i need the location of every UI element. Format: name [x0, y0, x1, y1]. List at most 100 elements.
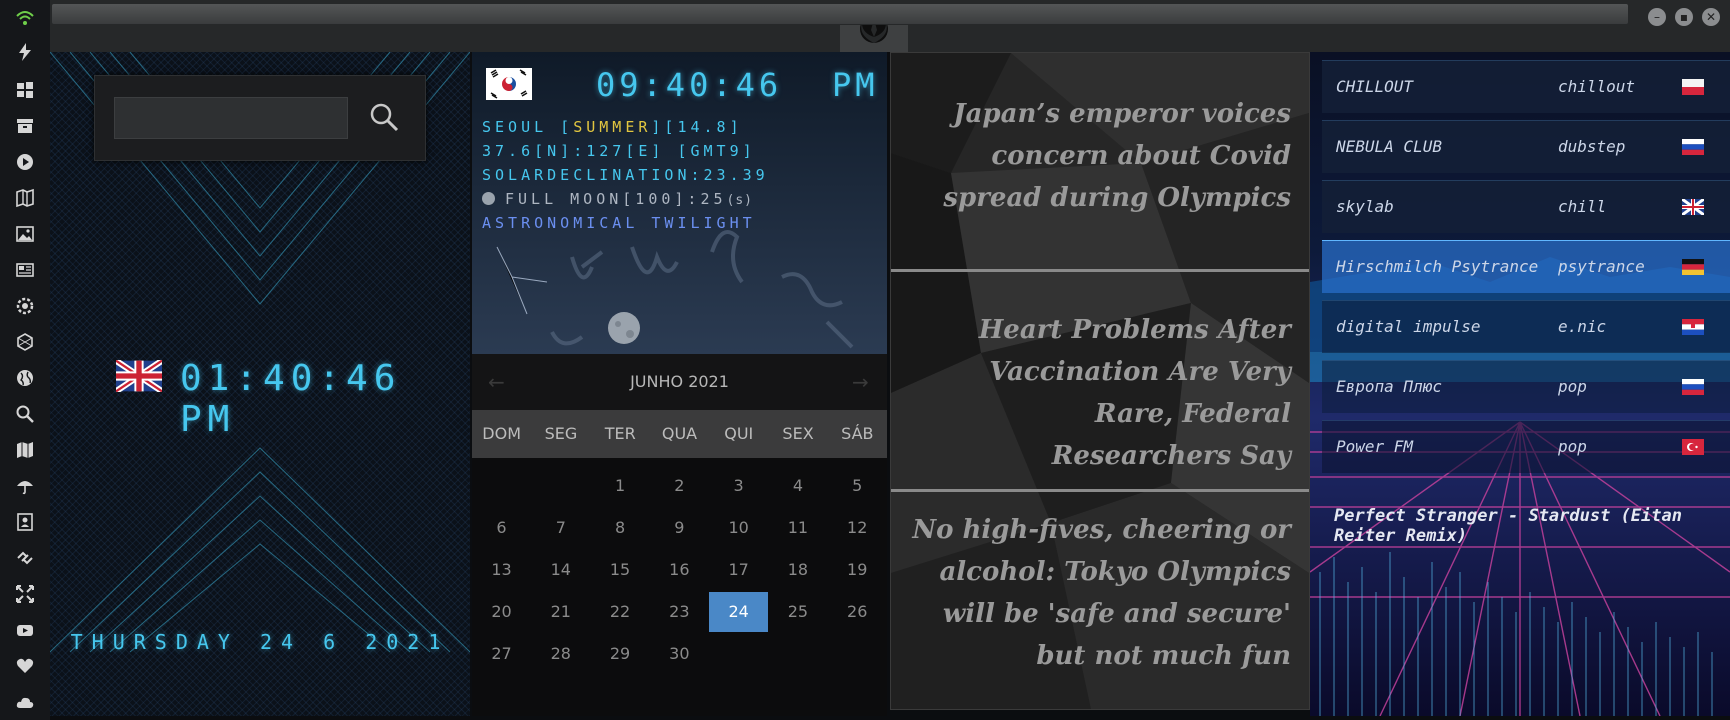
news-item[interactable]: Heart Problems After Vaccination Are Ver…: [911, 309, 1291, 477]
calendar-day[interactable]: 30: [650, 634, 709, 674]
search-button[interactable]: [369, 102, 399, 132]
croatia-flag-icon: [1682, 319, 1704, 335]
calendar-day[interactable]: 26: [828, 592, 887, 632]
calendar-day[interactable]: 15: [591, 550, 650, 590]
now-playing: Perfect Stranger - Stardust (Eitan Reite…: [1334, 506, 1682, 546]
umbrella-icon[interactable]: [13, 474, 37, 498]
station-name: Power FM: [1336, 437, 1414, 456]
settings-icon[interactable]: [13, 294, 37, 318]
search-icon: [370, 103, 399, 132]
calendar-day[interactable]: 10: [709, 508, 768, 548]
news-item[interactable]: Japan’s emperor voices concern about Cov…: [911, 93, 1291, 219]
temperature-label: ][14.8]: [651, 118, 743, 136]
image-icon[interactable]: [13, 222, 37, 246]
south-korea-flag-icon: [486, 68, 532, 100]
globe-icon[interactable]: [13, 366, 37, 390]
calendar-day[interactable]: 1: [591, 466, 650, 506]
radio-station[interactable]: CHILLOUT chillout: [1322, 60, 1730, 113]
close-button[interactable]: ✕: [1702, 8, 1720, 26]
address-bar[interactable]: [52, 4, 1628, 24]
korea-time: 09:40:46: [596, 66, 783, 104]
youtube-icon[interactable]: [13, 618, 37, 642]
uk-flag-icon: [116, 360, 162, 392]
maximize-button[interactable]: ▪: [1675, 8, 1693, 26]
calendar-day[interactable]: 11: [768, 508, 827, 548]
calendar-day[interactable]: 20: [472, 592, 531, 632]
windows-icon[interactable]: [13, 78, 37, 102]
rebel-alliance-logo: [860, 15, 888, 43]
moon-phase-suffix: (s): [726, 193, 754, 208]
archive-icon[interactable]: [13, 114, 37, 138]
calendar-day[interactable]: 4: [768, 466, 827, 506]
season-label: SUMMER: [573, 118, 652, 136]
lightning-icon[interactable]: [13, 40, 37, 64]
calendar-day[interactable]: 13: [472, 550, 531, 590]
twilight-line: ASTRONOMICAL TWILIGHT: [482, 214, 756, 232]
radio-station[interactable]: skylab chill: [1322, 180, 1730, 233]
radio-station[interactable]: digital impulse e.nic: [1322, 300, 1730, 353]
coordinates-line: 37.6[N]:127[E] [GMT9]: [482, 142, 756, 160]
location-line: SEOUL [SUMMER][14.8]: [482, 118, 743, 136]
news-divider: [891, 489, 1309, 492]
calendar-day[interactable]: 7: [531, 508, 590, 548]
calendar-day[interactable]: 23: [650, 592, 709, 632]
poland-flag-icon: [1682, 79, 1704, 95]
calendar-day[interactable]: 16: [650, 550, 709, 590]
calendar-day[interactable]: 8: [591, 508, 650, 548]
news-item[interactable]: No high-fives, cheering or alcohol: Toky…: [911, 509, 1291, 677]
contacts-icon[interactable]: [13, 510, 37, 534]
station-name: NEBULA CLUB: [1336, 137, 1442, 156]
hexagon-icon[interactable]: [13, 330, 37, 354]
station-name: digital impulse: [1336, 317, 1481, 336]
calendar-day[interactable]: 19: [828, 550, 887, 590]
calendar-day[interactable]: 29: [591, 634, 650, 674]
calendar-day[interactable]: 14: [531, 550, 590, 590]
search-input[interactable]: [114, 97, 348, 139]
calendar-day[interactable]: 28: [531, 634, 590, 674]
news-icon[interactable]: [13, 258, 37, 282]
wifi-icon[interactable]: [13, 6, 37, 30]
link-icon[interactable]: [13, 546, 37, 570]
news-panel: Japan’s emperor voices concern about Cov…: [890, 52, 1310, 710]
cloud-icon[interactable]: [13, 690, 37, 714]
calendar-day[interactable]: 9: [650, 508, 709, 548]
calendar-day[interactable]: 6: [472, 508, 531, 548]
station-genre: chillout: [1558, 77, 1636, 96]
month-label: JUNHO 2021: [630, 372, 729, 391]
station-genre: e.nic: [1558, 317, 1607, 336]
calendar-day[interactable]: 18: [768, 550, 827, 590]
weekday-header: DOM SEG TER QUA QUI SEX SÁB: [472, 410, 887, 458]
radio-station[interactable]: NEBULA CLUB dubstep: [1322, 120, 1730, 173]
radio-station[interactable]: Power FM pop: [1322, 420, 1730, 473]
korea-ampm: PM: [832, 66, 879, 104]
map-book-icon[interactable]: [13, 186, 37, 210]
russia-flag-icon: [1682, 139, 1704, 155]
search-icon[interactable]: [13, 402, 37, 426]
minimize-button[interactable]: –: [1648, 8, 1666, 26]
calendar-day-today[interactable]: 24: [709, 592, 769, 632]
map-icon[interactable]: [13, 438, 37, 462]
calendar-day[interactable]: 27: [472, 634, 531, 674]
station-genre: chill: [1558, 197, 1607, 216]
logo-tab[interactable]: [840, 15, 908, 52]
calendar-day[interactable]: 25: [768, 592, 827, 632]
russia-flag-icon: [1682, 379, 1704, 395]
calendar-day[interactable]: 5: [828, 466, 887, 506]
fullscreen-icon[interactable]: [13, 582, 37, 606]
calendar-day[interactable]: 17: [709, 550, 768, 590]
station-name: Hirschmilch Psytrance: [1336, 257, 1539, 276]
calendar-day[interactable]: 12: [828, 508, 887, 548]
calendar-day[interactable]: 3: [709, 466, 768, 506]
calendar-day[interactable]: 21: [531, 592, 590, 632]
station-genre: pop: [1558, 437, 1587, 456]
station-name: CHILLOUT: [1336, 77, 1414, 96]
weekday-label: SEX: [782, 424, 814, 443]
calendar-day[interactable]: 2: [650, 466, 709, 506]
play-icon[interactable]: [13, 150, 37, 174]
radio-station-selected[interactable]: Hirschmilch Psytrance psytrance: [1322, 240, 1730, 293]
heart-icon[interactable]: [13, 654, 37, 678]
next-month-button[interactable]: →: [852, 370, 869, 394]
calendar-day[interactable]: 22: [591, 592, 650, 632]
radio-station[interactable]: Европа Плюс pop: [1322, 360, 1730, 413]
news-divider: [891, 269, 1309, 272]
